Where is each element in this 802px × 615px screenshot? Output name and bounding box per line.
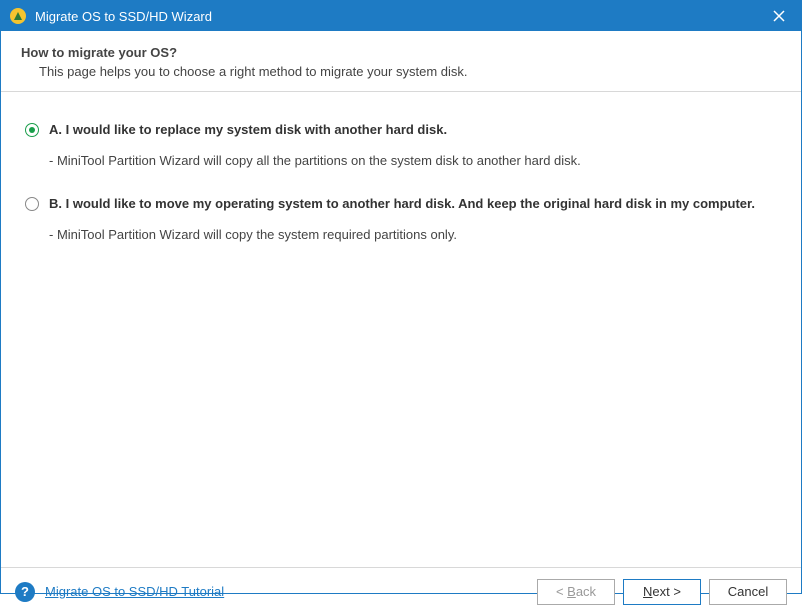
close-button[interactable]	[765, 2, 793, 30]
option-a-description: - MiniTool Partition Wizard will copy al…	[49, 153, 777, 168]
page-title: How to migrate your OS?	[21, 45, 781, 60]
option-a: A. I would like to replace my system dis…	[25, 122, 777, 168]
titlebar: Migrate OS to SSD/HD Wizard	[1, 1, 801, 31]
radio-icon	[25, 123, 39, 137]
option-a-radio-row[interactable]: A. I would like to replace my system dis…	[25, 122, 777, 139]
window-title: Migrate OS to SSD/HD Wizard	[35, 9, 765, 24]
page-subtitle: This page helps you to choose a right me…	[21, 64, 781, 79]
back-button: < Back	[537, 579, 615, 605]
wizard-header: How to migrate your OS? This page helps …	[1, 31, 801, 92]
app-icon	[9, 7, 27, 25]
option-b: B. I would like to move my operating sys…	[25, 196, 777, 242]
radio-icon	[25, 197, 39, 211]
wizard-footer: ? Migrate OS to SSD/HD Tutorial < Back N…	[1, 567, 801, 615]
next-button[interactable]: Next >	[623, 579, 701, 605]
option-a-label: A. I would like to replace my system dis…	[49, 122, 447, 139]
option-b-radio-row[interactable]: B. I would like to move my operating sys…	[25, 196, 777, 213]
option-b-description: - MiniTool Partition Wizard will copy th…	[49, 227, 777, 242]
wizard-content: A. I would like to replace my system dis…	[1, 92, 801, 567]
help-icon: ?	[15, 582, 35, 602]
option-b-label: B. I would like to move my operating sys…	[49, 196, 755, 213]
cancel-button[interactable]: Cancel	[709, 579, 787, 605]
tutorial-link[interactable]: Migrate OS to SSD/HD Tutorial	[45, 584, 224, 599]
